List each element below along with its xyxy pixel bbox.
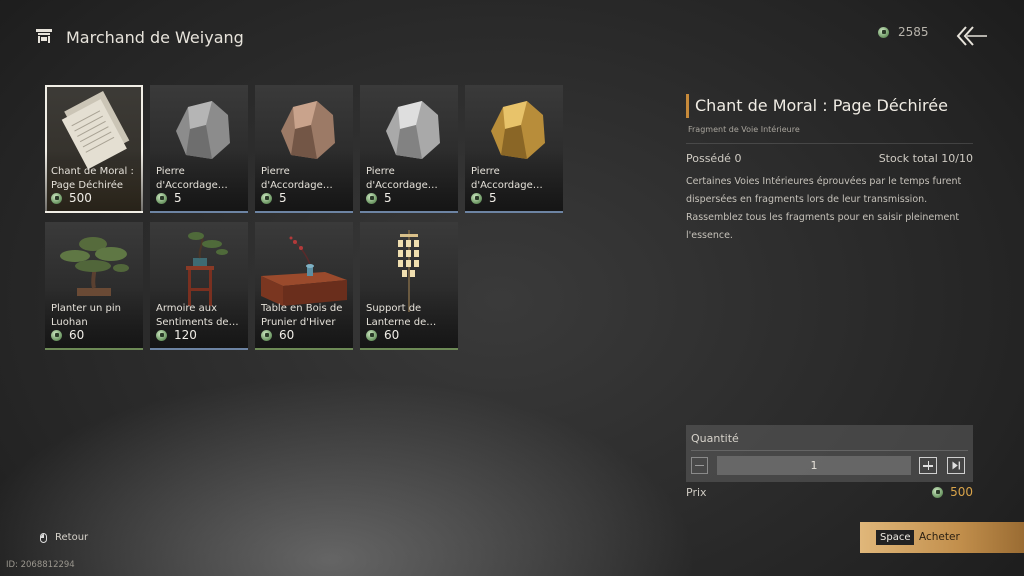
- item-name: Pierre d'Accordage…: [366, 166, 438, 191]
- item-name: Chant de Moral : Page Déchirée: [51, 166, 134, 191]
- space-key-hint: Space: [876, 530, 915, 545]
- lantern-stand-icon: [398, 230, 419, 312]
- mouse-right-click-icon: [40, 532, 47, 543]
- back-hint[interactable]: Retour: [40, 532, 88, 543]
- shop-icon: [36, 29, 52, 43]
- jade-coin-icon: [51, 329, 62, 341]
- item-price: 5: [156, 191, 182, 205]
- gray-stone-icon: [176, 101, 230, 159]
- buy-label: Acheter: [919, 531, 960, 543]
- quantity-panel: Quantité 1: [686, 425, 973, 482]
- item-price: 5: [366, 191, 392, 205]
- item-card[interactable]: Pierre d'Accordage… 5: [255, 85, 353, 213]
- page-title: Marchand de Weiyang: [66, 28, 244, 47]
- divider: [691, 450, 968, 451]
- item-price: 5: [471, 191, 497, 205]
- jade-coin-icon: [366, 192, 377, 204]
- item-description: Certaines Voies Intérieures éprouvées pa…: [686, 176, 962, 241]
- price-label: Prix: [686, 485, 707, 499]
- item-card[interactable]: Support de Lanterne de… 60: [360, 222, 458, 350]
- quantity-label: Quantité: [691, 432, 739, 445]
- back-arrow-icon[interactable]: [955, 24, 989, 48]
- divider: [686, 143, 973, 144]
- item-card[interactable]: Pierre d'Accordage… 5: [360, 85, 458, 213]
- jade-coin-icon: [366, 329, 377, 341]
- jade-coin-icon: [471, 192, 482, 204]
- item-name: Armoire aux Sentiments de…: [156, 303, 239, 328]
- price-value: 500: [932, 485, 973, 499]
- item-name: Pierre d'Accordage…: [261, 166, 333, 191]
- stock-total: Stock total 10/10: [878, 152, 973, 165]
- item-name: Planter un pin Luohan: [51, 303, 121, 328]
- player-id: ID: 2068812294: [6, 560, 75, 570]
- buy-button[interactable]: Space Acheter: [860, 522, 1024, 553]
- wooden-table-icon: [261, 236, 347, 306]
- gold-stone-icon: [491, 101, 545, 159]
- detail-subtitle: Fragment de Voie Intérieure: [688, 125, 800, 134]
- item-grid: Chant de Moral : Page Déchirée 500 Pierr…: [45, 85, 565, 355]
- item-card[interactable]: Table en Bois de Prunier d'Hiver 60: [255, 222, 353, 350]
- item-price: 500: [51, 191, 92, 205]
- bonsai-stand-icon: [186, 232, 228, 306]
- scroll-pages-icon: [61, 91, 130, 170]
- item-card[interactable]: Chant de Moral : Page Déchirée 500: [45, 85, 143, 213]
- item-card[interactable]: Planter un pin Luohan 60: [45, 222, 143, 350]
- silver-stone-icon: [386, 101, 440, 159]
- back-label: Retour: [55, 532, 89, 543]
- item-price: 120: [156, 328, 197, 342]
- jade-coin-icon: [878, 26, 889, 38]
- price-row: Prix 500: [686, 485, 973, 499]
- jade-coin-icon: [932, 486, 944, 498]
- detail-title: Chant de Moral : Page Déchirée: [686, 94, 973, 118]
- stock-row: Possédé 0 Stock total 10/10: [686, 152, 973, 165]
- quantity-input[interactable]: 1: [717, 456, 911, 475]
- jade-coin-icon: [156, 192, 167, 204]
- item-detail-panel: Chant de Moral : Page Déchirée Fragment …: [686, 94, 973, 245]
- quantity-max-button[interactable]: [947, 457, 965, 474]
- item-name: Support de Lanterne de…: [366, 303, 437, 328]
- item-price: 60: [261, 328, 294, 342]
- currency-amount: 2585: [898, 25, 929, 39]
- item-name: Table en Bois de Prunier d'Hiver: [261, 303, 343, 328]
- bronze-stone-icon: [281, 101, 335, 159]
- bonsai-pine-icon: [60, 237, 129, 296]
- item-name: Pierre d'Accordage…: [471, 166, 543, 191]
- item-price: 5: [261, 191, 287, 205]
- item-name: Pierre d'Accordage…: [156, 166, 228, 191]
- quantity-decrease-button[interactable]: [691, 457, 708, 474]
- jade-coin-icon: [51, 192, 62, 204]
- item-price: 60: [51, 328, 84, 342]
- quantity-increase-button[interactable]: [919, 457, 937, 474]
- jade-coin-icon: [261, 329, 272, 341]
- currency-display: 2585: [878, 25, 929, 39]
- item-card[interactable]: Pierre d'Accordage… 5: [465, 85, 563, 213]
- jade-coin-icon: [156, 329, 167, 341]
- owned-count: Possédé 0: [686, 152, 742, 165]
- item-price: 60: [366, 328, 399, 342]
- item-card[interactable]: Pierre d'Accordage… 5: [150, 85, 248, 213]
- jade-coin-icon: [261, 192, 272, 204]
- item-card[interactable]: Armoire aux Sentiments de… 120: [150, 222, 248, 350]
